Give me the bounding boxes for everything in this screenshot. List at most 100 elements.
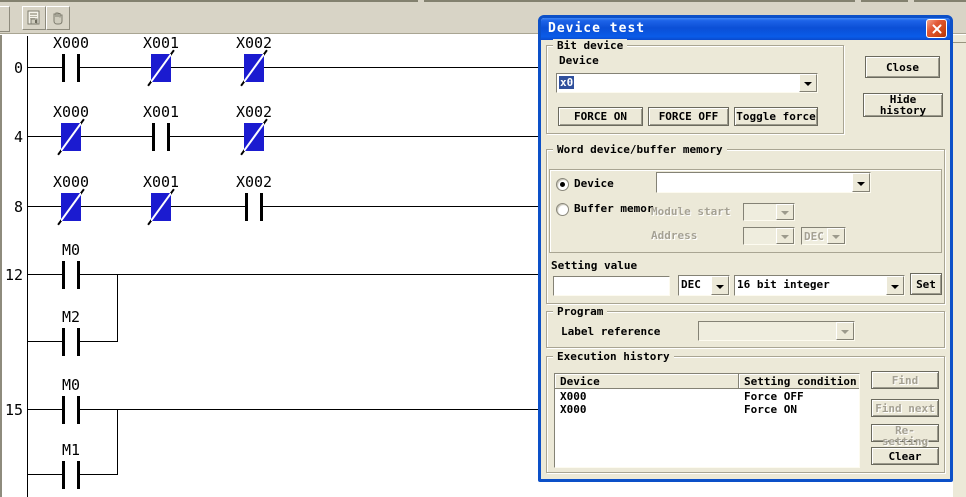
rung-number: 4 bbox=[0, 128, 23, 146]
contact-M2[interactable]: M2 bbox=[39, 308, 103, 360]
word-device-group-label: Word device/buffer memory bbox=[553, 143, 727, 156]
contact-label: X002 bbox=[222, 173, 286, 191]
contact-M1[interactable]: M1 bbox=[39, 441, 103, 493]
contact-bar bbox=[245, 193, 248, 221]
contact-bar bbox=[62, 328, 65, 356]
contact-X001[interactable]: X001 bbox=[129, 173, 193, 225]
rung-line bbox=[27, 274, 538, 275]
contact-gap bbox=[65, 340, 77, 344]
setting-dec-combo-arrow[interactable] bbox=[711, 276, 729, 295]
rung-line bbox=[27, 409, 538, 410]
history-col-header[interactable]: Setting condition bbox=[739, 374, 860, 389]
toolbar-partial-button[interactable] bbox=[0, 6, 10, 32]
ladder-view-left-border bbox=[0, 34, 2, 497]
hand-icon bbox=[50, 10, 66, 26]
contact-bar bbox=[77, 396, 80, 424]
contact-M0[interactable]: M0 bbox=[39, 376, 103, 428]
pause-monitor-button[interactable] bbox=[46, 6, 70, 30]
contact-M0[interactable]: M0 bbox=[39, 241, 103, 293]
contact-label: X002 bbox=[222, 103, 286, 121]
address-dec-combo: DEC bbox=[801, 227, 846, 245]
contact-on-box bbox=[244, 123, 264, 151]
contact-label: X001 bbox=[129, 103, 193, 121]
device-radio-label[interactable]: Device bbox=[574, 177, 614, 190]
contact-label: X000 bbox=[39, 173, 103, 191]
force-off-button[interactable]: FORCE OFF bbox=[648, 107, 729, 126]
word-device-combo-arrow[interactable] bbox=[852, 173, 870, 192]
branch-vertical bbox=[117, 275, 118, 342]
program-group-label: Program bbox=[553, 305, 607, 318]
close-button[interactable]: Close bbox=[865, 56, 940, 78]
module-start-label: Module start bbox=[651, 205, 730, 218]
monitor-write-button[interactable] bbox=[22, 6, 46, 30]
bit-device-combo-arrow[interactable] bbox=[799, 74, 817, 92]
re-setting-button: Re-setting bbox=[871, 424, 939, 442]
contact-bar bbox=[62, 396, 65, 424]
dialog-titlebar[interactable]: Device test bbox=[541, 18, 950, 40]
device-radio[interactable] bbox=[556, 178, 569, 191]
device-label: Device bbox=[559, 54, 599, 67]
contact-X000[interactable]: X000 bbox=[39, 103, 103, 155]
contact-label: X001 bbox=[129, 34, 193, 52]
bit-device-value: x0 bbox=[559, 76, 574, 89]
contact-on-box bbox=[244, 54, 264, 82]
setting-format-combo[interactable]: 16 bit integer bbox=[734, 275, 905, 296]
word-device-combo[interactable] bbox=[656, 172, 871, 193]
contact-gap bbox=[248, 205, 260, 209]
contact-label: M1 bbox=[39, 441, 103, 459]
address-label: Address bbox=[651, 229, 697, 242]
buffer-memory-radio[interactable] bbox=[556, 203, 569, 216]
contact-on-box bbox=[61, 193, 81, 221]
rung-number: 8 bbox=[0, 198, 23, 216]
contact-bar bbox=[77, 461, 80, 489]
module-start-combo bbox=[743, 203, 795, 221]
monitor-write-icon bbox=[26, 10, 42, 26]
contact-on-box bbox=[151, 193, 171, 221]
contact-X002[interactable]: X002 bbox=[222, 173, 286, 225]
force-on-button[interactable]: FORCE ON bbox=[558, 107, 643, 126]
close-icon[interactable] bbox=[926, 19, 947, 38]
contact-bar bbox=[260, 193, 263, 221]
contact-bar bbox=[62, 54, 65, 82]
find-button: Find bbox=[871, 371, 939, 389]
label-reference-combo bbox=[698, 321, 855, 341]
setting-format-combo-arrow[interactable] bbox=[886, 276, 904, 295]
setting-dec-combo[interactable]: DEC bbox=[678, 275, 730, 296]
clear-button[interactable]: Clear bbox=[871, 447, 939, 465]
contact-label: M0 bbox=[39, 241, 103, 259]
contact-X001[interactable]: X001 bbox=[129, 34, 193, 86]
set-button[interactable]: Set bbox=[910, 273, 942, 295]
ladder-left-bus bbox=[27, 36, 28, 497]
toggle-force-button[interactable]: Toggle force bbox=[734, 107, 818, 126]
contact-gap bbox=[65, 273, 77, 277]
rung-number: 12 bbox=[0, 266, 23, 284]
rung-number: 15 bbox=[0, 401, 23, 419]
contact-bar bbox=[62, 261, 65, 289]
execution-history-table[interactable]: DeviceSetting conditionX000Force OFFX000… bbox=[554, 373, 860, 468]
buffer-memory-radio-label[interactable]: Buffer memor bbox=[574, 202, 653, 215]
contact-label: X000 bbox=[39, 103, 103, 121]
contact-on-box bbox=[151, 54, 171, 82]
device-test-dialog: Device test Bit device Device x0 FORCE O… bbox=[538, 15, 953, 482]
contact-label: X000 bbox=[39, 34, 103, 52]
contact-X002[interactable]: X002 bbox=[222, 34, 286, 86]
history-col-header[interactable]: Device bbox=[555, 374, 739, 389]
contact-gap bbox=[65, 473, 77, 477]
contact-X002[interactable]: X002 bbox=[222, 103, 286, 155]
contact-X001[interactable]: X001 bbox=[129, 103, 193, 155]
execution-history-group-label: Execution history bbox=[553, 350, 674, 363]
contact-X000[interactable]: X000 bbox=[39, 173, 103, 225]
setting-value-input[interactable] bbox=[553, 276, 670, 296]
bit-device-combo[interactable]: x0 bbox=[556, 73, 818, 93]
contact-bar bbox=[77, 328, 80, 356]
contact-X000[interactable]: X000 bbox=[39, 34, 103, 86]
rung-number: 0 bbox=[0, 59, 23, 77]
history-row[interactable]: X000Force OFF bbox=[555, 390, 859, 403]
hide-history-button[interactable]: Hide history bbox=[863, 93, 943, 117]
setting-value-label: Setting value bbox=[551, 259, 637, 272]
history-row[interactable]: X000Force ON bbox=[555, 403, 859, 416]
contact-bar bbox=[167, 123, 170, 151]
find-next-button: Find next bbox=[871, 399, 939, 417]
label-reference-label: Label reference bbox=[561, 325, 660, 338]
bit-device-group-label: Bit device bbox=[553, 39, 627, 52]
